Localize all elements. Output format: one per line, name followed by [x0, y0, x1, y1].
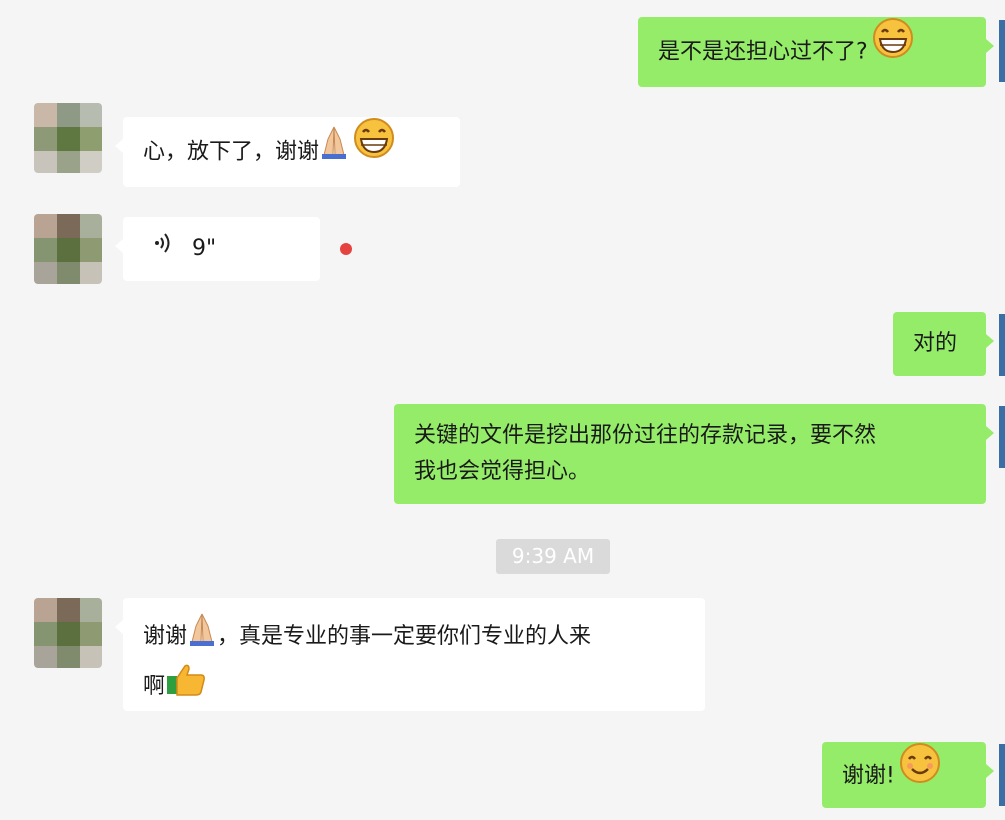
self-avatar[interactable]	[999, 406, 1005, 468]
smile-emoji	[899, 742, 941, 811]
contact-avatar[interactable]	[34, 214, 102, 284]
message-text: 是不是还担心过不了?	[658, 39, 868, 65]
message-bubble-outgoing[interactable]: 谢谢!	[822, 742, 994, 811]
folded-hands-emoji	[187, 612, 217, 662]
message-text: 心，放下了，谢谢	[143, 139, 320, 165]
voice-wave-icon	[153, 217, 173, 281]
voice-message-bubble[interactable]: 9"	[115, 217, 320, 281]
chat-window: { "messages": [ {"id":"m1","direction":"…	[0, 0, 1005, 820]
thumbs-up-emoji	[165, 662, 207, 712]
contact-avatar[interactable]	[34, 103, 102, 173]
message-bubble-outgoing[interactable]: 关键的文件是挖出那份过往的存款记录，要不然 我也会觉得担心。	[394, 404, 994, 504]
voice-duration: 9"	[192, 236, 217, 261]
message-text: 谢谢!	[842, 763, 895, 789]
folded-hands-emoji	[319, 118, 349, 188]
message-bubble-incoming[interactable]: 心，放下了，谢谢	[115, 117, 460, 188]
message-text: 啊	[143, 674, 166, 699]
self-avatar[interactable]	[999, 314, 1005, 376]
message-text-line: 我也会觉得担心。	[414, 459, 591, 484]
unread-indicator	[340, 243, 352, 255]
message-bubble-outgoing[interactable]: 对的	[893, 312, 994, 376]
message-bubble-outgoing[interactable]: 是不是还担心过不了?	[638, 17, 994, 88]
contact-avatar[interactable]	[34, 598, 102, 668]
timestamp: 9:39 AM	[496, 539, 610, 574]
message-text: ，真是专业的事一定要你们专业的人来	[217, 624, 592, 649]
grin-emoji	[353, 117, 395, 188]
message-text-line: 关键的文件是挖出那份过往的存款记录，要不然	[414, 423, 877, 448]
message-text: 谢谢	[143, 624, 188, 649]
message-bubble-incoming[interactable]: 谢谢 ，真是专业的事一定要你们专业的人来 啊	[115, 598, 705, 712]
self-avatar[interactable]	[999, 744, 1005, 806]
message-text: 对的	[913, 331, 958, 356]
grin-emoji	[872, 17, 914, 88]
self-avatar[interactable]	[999, 20, 1005, 82]
